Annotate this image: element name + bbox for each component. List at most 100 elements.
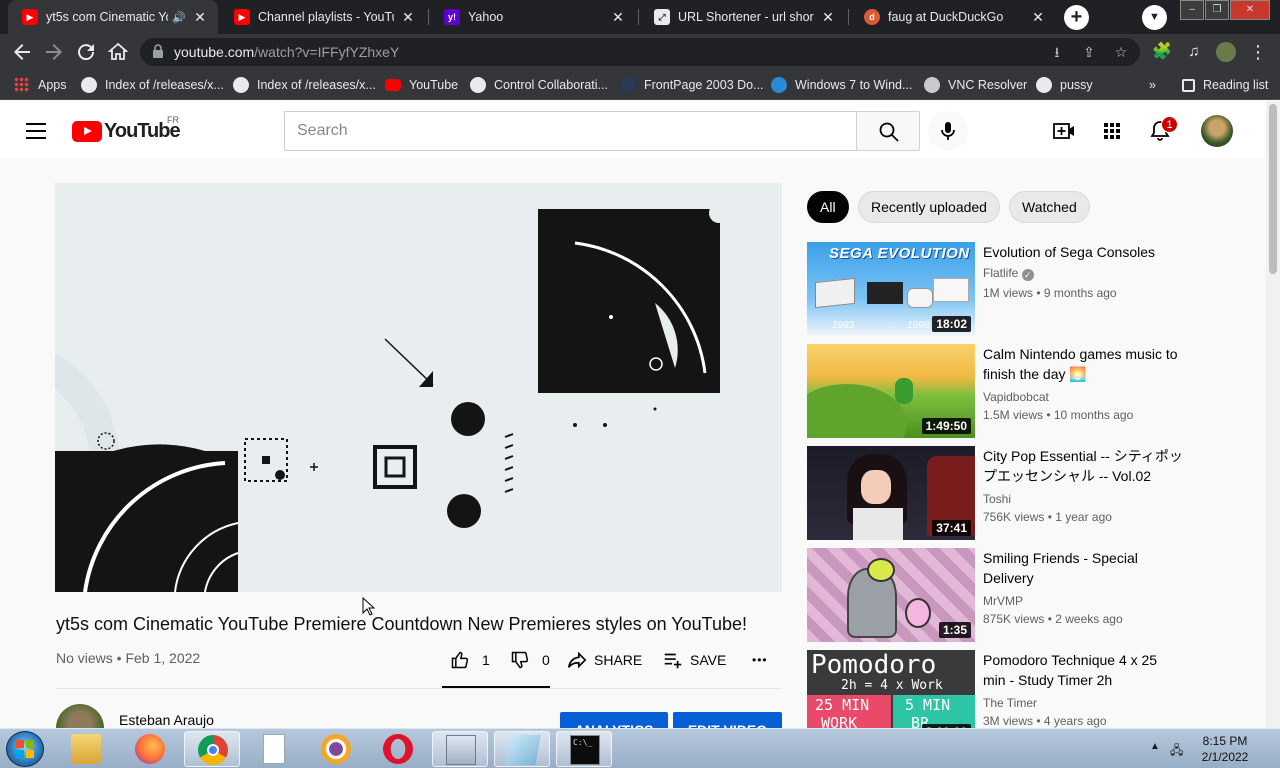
taskbar-notepad[interactable]: [246, 731, 302, 767]
title-line: Smiling Friends - Special: [983, 550, 1138, 566]
video-thumbnail[interactable]: 37:41: [807, 446, 975, 540]
recommended-video[interactable]: 1:35 Smiling Friends - Special Delivery M…: [807, 548, 1187, 642]
search-box[interactable]: [284, 111, 856, 151]
tab-separator: [638, 9, 639, 25]
channel-name[interactable]: The Timer: [983, 696, 1037, 710]
bookmarks-bar: Apps Index of /releases/x... Index of /r…: [0, 70, 1280, 100]
install-app-icon[interactable]: ⭳: [1047, 42, 1067, 62]
video-title[interactable]: Pomodoro Technique 4 x 25 min - Study Tim…: [983, 650, 1187, 690]
guide-menu-icon[interactable]: [26, 123, 46, 139]
media-control-button[interactable]: ♫: [1182, 40, 1206, 64]
bookmark-vnc-resolver[interactable]: VNC Resolver: [924, 76, 1027, 94]
tray-show-hidden-icon[interactable]: ▲: [1150, 741, 1160, 752]
window-close-button[interactable]: ✕: [1230, 0, 1270, 20]
tab-close-icon[interactable]: ✕: [1030, 9, 1046, 25]
search-input[interactable]: [285, 112, 856, 150]
bookmark-label: Windows 7 to Wind...: [795, 78, 913, 92]
video-player[interactable]: [55, 183, 782, 592]
bookmark-pussy[interactable]: pussy: [1036, 76, 1093, 94]
taskbar-task-manager[interactable]: [432, 731, 488, 767]
tab-close-icon[interactable]: ✕: [820, 9, 836, 25]
video-title[interactable]: Smiling Friends - Special Delivery: [983, 548, 1187, 588]
browser-menu-button[interactable]: ⋮: [1246, 40, 1270, 64]
search-button[interactable]: [856, 111, 920, 151]
tor-icon: [321, 734, 351, 764]
bookmark-youtube[interactable]: YouTube: [385, 76, 458, 94]
forward-button[interactable]: [42, 40, 66, 64]
chip-all[interactable]: All: [807, 191, 849, 223]
recommended-video[interactable]: 1:49:50 Calm Nintendo games music to fini…: [807, 344, 1187, 438]
video-title[interactable]: Calm Nintendo games music to finish the d…: [983, 344, 1187, 384]
minimize-button[interactable]: –: [1180, 0, 1204, 20]
apps-grid-icon[interactable]: [1100, 119, 1124, 143]
tab-close-icon[interactable]: ✕: [400, 9, 416, 25]
bookmark-star-icon[interactable]: ☆: [1111, 42, 1131, 62]
address-bar[interactable]: youtube.com/watch?v=IFFyfYZhxeY ⭳ ⇪ ☆: [140, 38, 1140, 66]
reading-list-button[interactable]: Reading list: [1182, 76, 1268, 94]
bookmark-control-collaboration[interactable]: Control Collaborati...: [470, 76, 608, 94]
reading-list-label: Reading list: [1203, 78, 1269, 92]
taskbar-tor[interactable]: [308, 731, 364, 767]
voice-search-button[interactable]: [928, 111, 968, 151]
taskbar-chrome[interactable]: [184, 731, 240, 767]
chip-watched[interactable]: Watched: [1009, 191, 1090, 223]
reload-button[interactable]: [74, 40, 98, 64]
profile-avatar[interactable]: [1214, 40, 1238, 64]
bookmark-windows-7[interactable]: Windows 7 to Wind...: [771, 76, 912, 94]
start-button[interactable]: [6, 731, 44, 767]
system-clock[interactable]: 8:15 PM 2/1/2022: [1190, 733, 1260, 765]
tab-channel-playlists[interactable]: ▶ Channel playlists - YouTube ✕: [220, 0, 426, 34]
video-stats: 3M views • 4 years ago: [983, 714, 1107, 728]
extensions-button[interactable]: 🧩: [1150, 40, 1174, 64]
video-thumbnail[interactable]: 1:49:50: [807, 344, 975, 438]
channel-name[interactable]: Vapidbobcat: [983, 390, 1049, 404]
more-actions-button[interactable]: •••: [752, 648, 768, 672]
tab-search-button[interactable]: ▼: [1142, 5, 1167, 30]
new-tab-button[interactable]: +: [1064, 5, 1089, 30]
back-button[interactable]: [10, 40, 34, 64]
taskbar-firefox[interactable]: [122, 731, 178, 767]
save-button[interactable]: SAVE: [662, 648, 726, 672]
home-button[interactable]: [106, 40, 130, 64]
bookmarks-overflow-button[interactable]: »: [1149, 76, 1156, 94]
video-title[interactable]: Evolution of Sega Consoles: [983, 242, 1187, 262]
speaker-icon[interactable]: 🔊: [172, 11, 186, 24]
recommended-video[interactable]: 37:41 City Pop Essential -- シティポッ プエッセンシャ…: [807, 446, 1187, 540]
channel-name[interactable]: Esteban Araujo: [119, 712, 214, 728]
bookmark-frontpage[interactable]: FrontPage 2003 Do...: [620, 76, 764, 94]
video-title[interactable]: City Pop Essential -- シティポッ プエッセンシャル -- V…: [983, 446, 1187, 486]
taskbar-notes[interactable]: [494, 731, 550, 767]
account-avatar[interactable]: [1201, 115, 1233, 147]
taskbar-explorer[interactable]: [58, 731, 114, 767]
taskbar-cmd[interactable]: C:\_: [556, 731, 612, 767]
network-icon[interactable]: 🖧: [1170, 741, 1183, 762]
video-thumbnail[interactable]: SEGA EVOLUTION 1983 1998 18:02: [807, 242, 975, 336]
dislike-button[interactable]: 0: [510, 648, 550, 672]
channel-name[interactable]: Toshi: [983, 492, 1011, 506]
create-video-icon[interactable]: [1052, 119, 1076, 143]
tab-duckduckgo[interactable]: d faug at DuckDuckGo ✕: [850, 0, 1056, 34]
like-button[interactable]: 1: [450, 648, 490, 672]
lock-icon[interactable]: [152, 44, 164, 58]
video-thumbnail[interactable]: 1:35: [807, 548, 975, 642]
chip-recently-uploaded[interactable]: Recently uploaded: [858, 191, 1000, 223]
scrollbar-thumb[interactable]: [1269, 104, 1277, 274]
youtube-logo[interactable]: YouTube FR: [72, 115, 181, 143]
tab-close-icon[interactable]: ✕: [192, 9, 208, 25]
recommended-video[interactable]: SEGA EVOLUTION 1983 1998 18:02 Evolution…: [807, 242, 1187, 336]
duckduckgo-favicon-icon: d: [864, 9, 880, 25]
taskbar-opera[interactable]: [370, 731, 426, 767]
share-icon[interactable]: ⇪: [1079, 42, 1099, 62]
tab-url-shortener[interactable]: ⤢ URL Shortener - url shorten ✕: [640, 0, 846, 34]
tab-yahoo[interactable]: y! Yahoo ✕: [430, 0, 636, 34]
bookmark-index-releases-2[interactable]: Index of /releases/x...: [233, 76, 376, 94]
restore-button[interactable]: ❐: [1205, 0, 1229, 20]
channel-name[interactable]: MrVMP: [983, 594, 1023, 608]
tab-close-icon[interactable]: ✕: [610, 9, 626, 25]
url-text[interactable]: youtube.com/watch?v=IFFyfYZhxeY: [174, 44, 399, 60]
bookmark-index-releases-1[interactable]: Index of /releases/x...: [81, 76, 224, 94]
channel-name[interactable]: Flatlife ✓: [983, 266, 1034, 281]
tab-youtube-premiere[interactable]: ▶ yt5s com Cinematic Yo 🔊 ✕: [8, 0, 218, 34]
share-button[interactable]: SHARE: [566, 648, 642, 672]
bookmark-apps[interactable]: Apps: [14, 76, 67, 94]
